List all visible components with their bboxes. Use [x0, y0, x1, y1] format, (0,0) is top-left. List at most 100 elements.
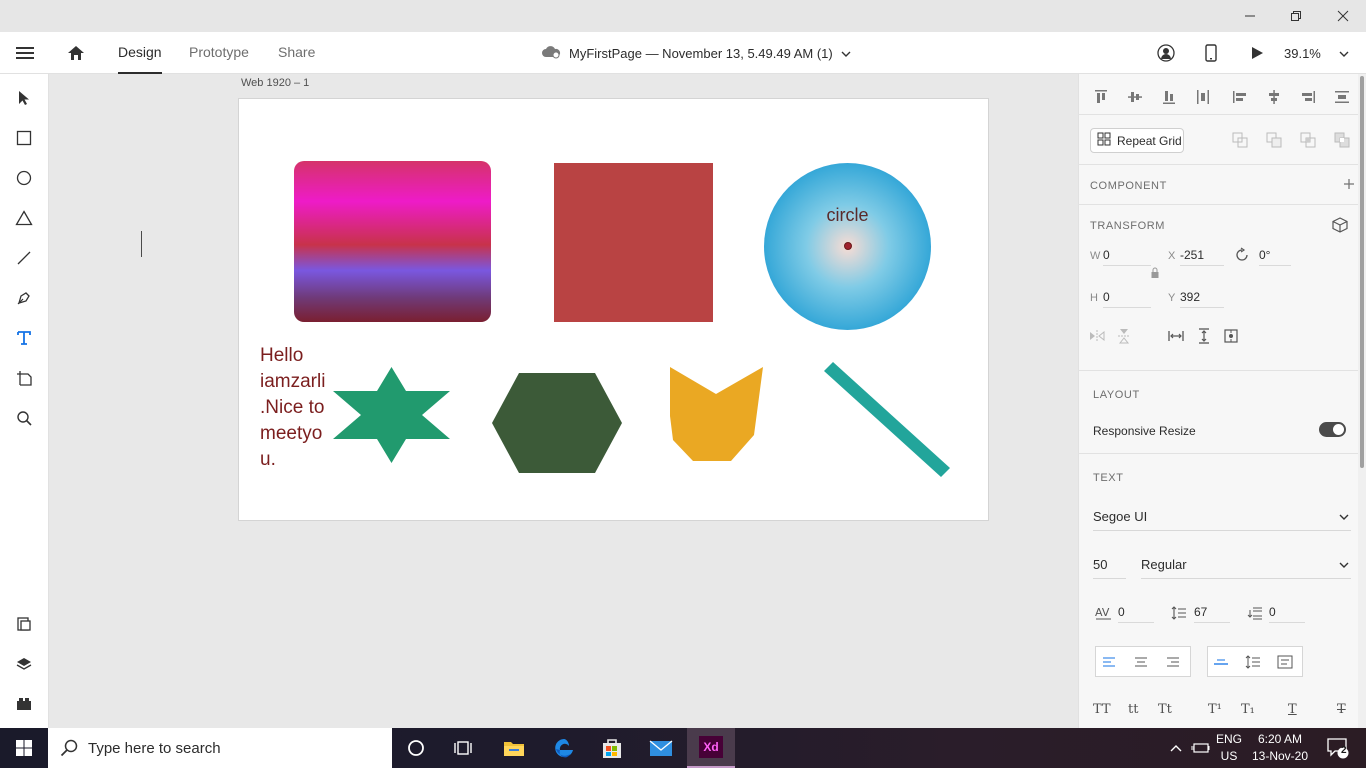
text-auto-height-icon[interactable]: [1242, 651, 1264, 673]
mail-icon[interactable]: [637, 728, 685, 768]
title-case-button[interactable]: Tt: [1158, 702, 1172, 717]
windows-start-icon[interactable]: [0, 728, 48, 768]
font-weight-value: Regular: [1141, 557, 1187, 572]
hamburger-menu-icon[interactable]: [12, 32, 38, 74]
subscript-button[interactable]: T₁: [1241, 702, 1255, 717]
adobe-xd-taskbar-button[interactable]: Xd: [687, 728, 735, 768]
line-spacing-field[interactable]: 67: [1194, 605, 1230, 623]
text-auto-width-icon[interactable]: [1210, 651, 1232, 673]
tab-prototype[interactable]: Prototype: [189, 32, 249, 74]
cortana-icon[interactable]: [392, 728, 440, 768]
boolean-intersect-icon[interactable]: [1297, 129, 1319, 151]
hexagon-shape[interactable]: [491, 372, 623, 474]
polygon-tool-icon[interactable]: [12, 206, 36, 230]
taskbar-search-input[interactable]: Type here to search: [48, 728, 392, 768]
flip-vertical-icon[interactable]: [1113, 325, 1135, 347]
all-caps-button[interactable]: TT: [1093, 702, 1111, 717]
align-right-icon[interactable]: [1297, 86, 1319, 108]
layers-icon[interactable]: [12, 652, 36, 676]
flip-horizontal-icon[interactable]: [1086, 325, 1108, 347]
align-left-icon[interactable]: [1229, 86, 1251, 108]
taskbar-clock-date[interactable]: 13-Nov-20: [1248, 749, 1312, 763]
pen-tool-icon[interactable]: [12, 286, 36, 310]
home-icon[interactable]: [64, 32, 88, 74]
action-center-icon[interactable]: 2: [1318, 728, 1358, 768]
fix-width-icon[interactable]: [1165, 325, 1187, 347]
panel-scrollbar-thumb[interactable]: [1360, 76, 1364, 468]
artboard[interactable]: circle Hello iamzarli.Nice to meetyou.: [238, 98, 989, 521]
text-align-left-icon[interactable]: [1098, 651, 1120, 673]
zoom-tool-icon[interactable]: [12, 406, 36, 430]
show-hidden-icons-icon[interactable]: [1164, 728, 1188, 768]
gradient-circle[interactable]: circle: [764, 163, 931, 330]
design-canvas[interactable]: Web 1920 – 1 circle Hello iamzarli.Nice …: [49, 74, 1078, 728]
close-icon[interactable]: [1320, 0, 1366, 32]
font-family-dropdown[interactable]: Segoe UI: [1093, 505, 1351, 531]
align-bottom-icon[interactable]: [1158, 86, 1180, 108]
play-preview-icon[interactable]: [1248, 32, 1266, 74]
rotation-field[interactable]: 0°: [1259, 248, 1291, 266]
tab-design[interactable]: Design: [118, 32, 162, 74]
taskbar-clock-time[interactable]: 6:20 AM: [1248, 732, 1312, 746]
y-field[interactable]: 392: [1180, 290, 1224, 308]
assets-icon[interactable]: [12, 692, 36, 716]
underline-button[interactable]: T: [1288, 702, 1297, 717]
gradient-rounded-rectangle[interactable]: [294, 161, 491, 322]
character-spacing-field[interactable]: 0: [1118, 605, 1154, 623]
text-align-center-icon[interactable]: [1130, 651, 1152, 673]
artboard-label[interactable]: Web 1920 – 1: [241, 77, 309, 89]
font-weight-dropdown[interactable]: Regular: [1141, 553, 1351, 579]
share-user-icon[interactable]: [1155, 32, 1177, 74]
responsive-resize-toggle[interactable]: [1319, 422, 1346, 437]
font-size-field[interactable]: 50: [1093, 553, 1126, 579]
document-title[interactable]: MyFirstPage — November 13, 5.49.49 AM (1…: [541, 32, 851, 74]
lowercase-button[interactable]: tt: [1128, 702, 1138, 717]
file-explorer-icon[interactable]: [490, 728, 538, 768]
align-top-icon[interactable]: [1090, 86, 1112, 108]
fix-height-icon[interactable]: [1193, 325, 1215, 347]
battery-power-icon[interactable]: [1188, 728, 1212, 768]
edge-browser-icon[interactable]: [540, 728, 588, 768]
distribute-horizontal-icon[interactable]: [1192, 86, 1214, 108]
plugins-icon[interactable]: [12, 612, 36, 636]
svg-text:AV: AV: [1095, 606, 1110, 619]
align-middle-icon[interactable]: [1124, 86, 1146, 108]
red-rectangle[interactable]: [554, 163, 713, 322]
restore-icon[interactable]: [1273, 0, 1319, 32]
pentagon-shape[interactable]: [669, 366, 765, 463]
height-field[interactable]: 0: [1103, 290, 1151, 308]
3d-transform-icon[interactable]: [1329, 214, 1351, 236]
repeat-grid-button[interactable]: Repeat Grid: [1090, 128, 1184, 153]
boolean-add-icon[interactable]: [1229, 129, 1251, 151]
artboard-tool-icon[interactable]: [12, 366, 36, 390]
star-shape[interactable]: [329, 365, 454, 465]
device-preview-icon[interactable]: [1202, 32, 1220, 74]
text-align-right-icon[interactable]: [1162, 651, 1184, 673]
microsoft-store-icon[interactable]: [588, 728, 636, 768]
language-indicator-bottom[interactable]: US: [1214, 749, 1244, 763]
task-view-icon[interactable]: [440, 728, 488, 768]
add-component-icon[interactable]: [1338, 173, 1360, 195]
boolean-exclude-icon[interactable]: [1331, 129, 1353, 151]
select-tool-icon[interactable]: [12, 86, 36, 110]
teal-line-shape[interactable]: [822, 361, 952, 481]
boolean-subtract-icon[interactable]: [1263, 129, 1285, 151]
zoom-control[interactable]: 39.1%: [1284, 32, 1349, 74]
minimize-icon[interactable]: [1227, 0, 1273, 32]
align-center-icon[interactable]: [1263, 86, 1285, 108]
distribute-vertical-icon[interactable]: [1331, 86, 1353, 108]
lock-aspect-icon[interactable]: [1144, 262, 1166, 284]
line-tool-icon[interactable]: [12, 246, 36, 270]
pin-constraints-icon[interactable]: [1220, 325, 1242, 347]
hello-text-block[interactable]: Hello iamzarli.Nice to meetyou.: [260, 343, 330, 473]
language-indicator-top[interactable]: ENG: [1214, 732, 1244, 746]
text-tool-icon[interactable]: [12, 326, 36, 350]
x-field[interactable]: -251: [1180, 248, 1224, 266]
paragraph-spacing-field[interactable]: 0: [1269, 605, 1305, 623]
superscript-button[interactable]: T¹: [1208, 702, 1222, 717]
strikethrough-button[interactable]: T: [1337, 702, 1346, 717]
rectangle-tool-icon[interactable]: [12, 126, 36, 150]
text-fixed-size-icon[interactable]: [1274, 651, 1296, 673]
ellipse-tool-icon[interactable]: [12, 166, 36, 190]
tab-share[interactable]: Share: [278, 32, 315, 74]
